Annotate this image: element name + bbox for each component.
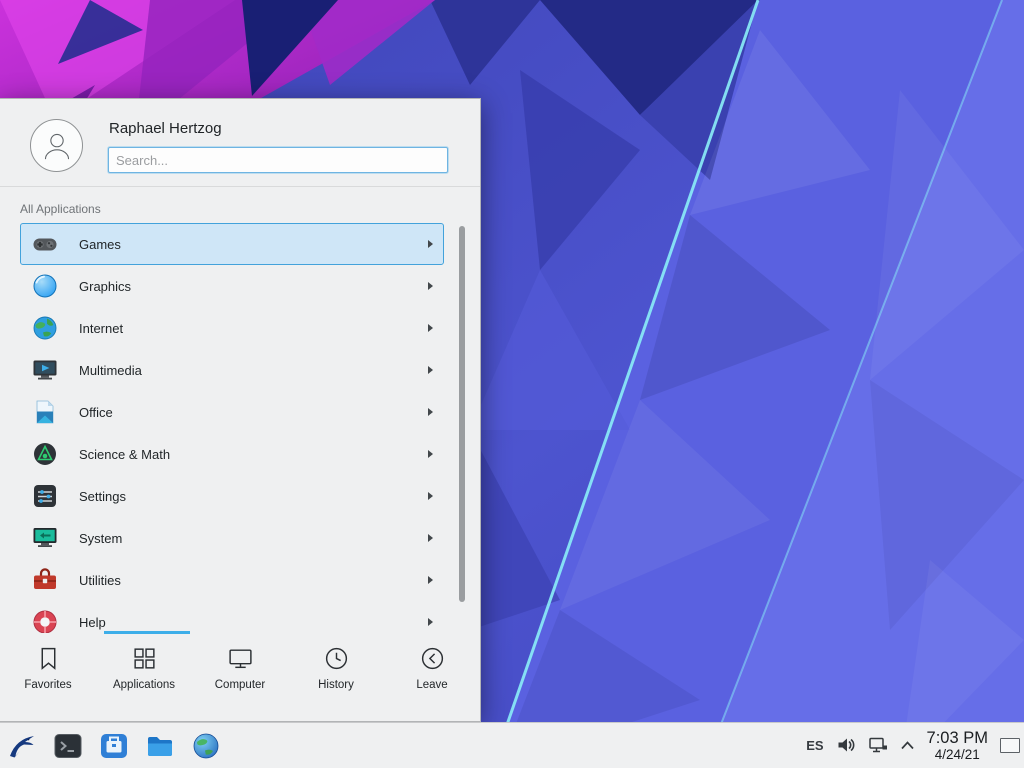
category-label: Utilities [79,573,428,588]
active-tab-indicator [104,631,190,634]
submenu-arrow-icon [428,450,433,458]
graphics-icon [31,272,59,300]
network-icon[interactable] [868,735,888,755]
category-label: Office [79,405,428,420]
submenu-arrow-icon [428,576,433,584]
clock-time: 7:03 PM [927,729,988,747]
category-games[interactable]: Games [20,223,444,265]
submenu-arrow-icon [428,618,433,626]
category-label: Help [79,615,428,630]
taskbar-launchers [0,729,223,763]
terminal-icon [53,731,83,761]
search-input[interactable] [108,147,448,173]
science-icon [31,440,59,468]
expand-arrow-icon[interactable] [900,740,915,751]
category-list: Games Graphics [0,223,480,633]
system-icon [31,524,59,552]
user-icon [37,126,77,166]
category-science-math[interactable]: Science & Math [20,433,444,475]
tab-computer[interactable]: Computer [192,631,288,721]
office-icon [31,398,59,426]
category-internet[interactable]: Internet [20,307,444,349]
show-desktop-button[interactable] [1000,738,1020,753]
tab-label: Applications [113,679,175,691]
category-help[interactable]: Help [20,601,444,633]
launcher-tabbar: Favorites Applications Computer [0,631,480,721]
category-label: System [79,531,428,546]
submenu-arrow-icon [428,366,433,374]
gamepad-icon [31,230,59,258]
tab-label: Computer [215,679,266,691]
settings-icon [31,482,59,510]
category-label: Internet [79,321,428,336]
category-multimedia[interactable]: Multimedia [20,349,444,391]
category-label: Games [79,237,428,252]
file-manager-icon [145,731,175,761]
category-settings[interactable]: Settings [20,475,444,517]
category-office[interactable]: Office [20,391,444,433]
category-graphics[interactable]: Graphics [20,265,444,307]
tab-favorites[interactable]: Favorites [0,631,96,721]
taskbar: ES 7:03 PM 4/24/21 [0,722,1024,768]
file-manager-button[interactable] [143,729,177,763]
grid-icon [131,645,158,672]
web-browser-button[interactable] [189,729,223,763]
user-avatar[interactable] [30,119,83,172]
submenu-arrow-icon [428,408,433,416]
submenu-arrow-icon [428,492,433,500]
clock-icon [323,645,350,672]
tab-applications[interactable]: Applications [96,631,192,721]
toolbox-icon [31,566,59,594]
lifebuoy-icon [31,608,59,633]
category-label: Settings [79,489,428,504]
submenu-arrow-icon [428,240,433,248]
category-label: Multimedia [79,363,428,378]
volume-icon[interactable] [836,735,856,755]
launcher-header: Raphael Hertzog [0,99,480,187]
tab-label: Leave [416,679,447,691]
category-utilities[interactable]: Utilities [20,559,444,601]
submenu-arrow-icon [428,282,433,290]
category-label: Graphics [79,279,428,294]
digital-clock[interactable]: 7:03 PM 4/24/21 [927,729,988,763]
multimedia-icon [31,356,59,384]
scrollbar[interactable] [459,226,465,602]
bookmark-icon [35,645,62,672]
submenu-arrow-icon [428,324,433,332]
application-launcher: Raphael Hertzog All Applications Games [0,98,481,722]
leave-icon [419,645,446,672]
clock-date: 4/24/21 [927,747,988,762]
terminal-button[interactable] [51,729,85,763]
globe-icon [31,314,59,342]
tab-history[interactable]: History [288,631,384,721]
category-label: Science & Math [79,447,428,462]
software-icon [99,731,129,761]
category-system[interactable]: System [20,517,444,559]
tab-label: History [318,679,354,691]
kali-menu-button[interactable] [5,729,39,763]
tab-leave[interactable]: Leave [384,631,480,721]
kali-menu-icon [7,731,37,761]
system-tray: ES 7:03 PM 4/24/21 [806,729,1024,763]
tab-label: Favorites [24,679,71,691]
monitor-icon [227,645,254,672]
section-label: All Applications [20,202,101,216]
keyboard-layout-indicator[interactable]: ES [806,738,823,753]
user-name: Raphael Hertzog [109,120,222,137]
software-button[interactable] [97,729,131,763]
submenu-arrow-icon [428,534,433,542]
web-browser-icon [191,731,221,761]
